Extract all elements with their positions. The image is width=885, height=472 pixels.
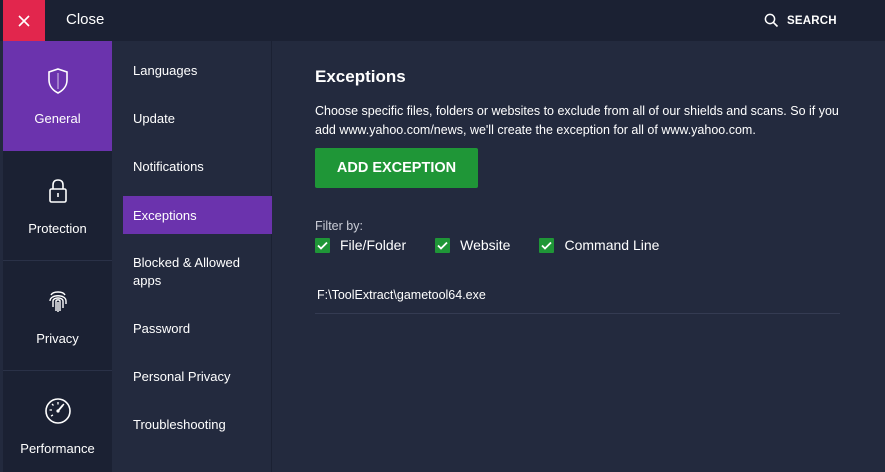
filter-label-text: Command Line xyxy=(564,237,660,253)
submenu-item-blocked-allowed-apps[interactable]: Blocked & Allowed apps xyxy=(123,251,263,293)
settings-submenu: Languages Update Notifications Exception… xyxy=(112,41,272,472)
submenu-item-update[interactable]: Update xyxy=(123,100,272,136)
category-protection[interactable]: Protection xyxy=(3,151,112,261)
category-rail: General Protection Privacy Performance xyxy=(3,41,112,472)
filter-file-folder[interactable]: File/Folder xyxy=(315,237,406,253)
speedometer-icon xyxy=(44,398,71,424)
category-label: Privacy xyxy=(36,331,79,346)
category-general[interactable]: General xyxy=(3,41,112,151)
checkbox[interactable] xyxy=(315,237,330,253)
page-description: Choose specific files, folders or websit… xyxy=(315,104,839,137)
shield-icon xyxy=(47,68,68,94)
top-bar: Close SEARCH xyxy=(0,0,885,41)
close-button[interactable] xyxy=(3,0,45,41)
filter-website[interactable]: Website xyxy=(435,237,510,253)
page-title: Exceptions xyxy=(315,67,406,86)
filter-label: Filter by: xyxy=(315,219,363,233)
category-label: General xyxy=(34,111,81,126)
lock-icon xyxy=(48,179,67,203)
filter-label-text: File/Folder xyxy=(340,237,407,253)
exception-row[interactable]: F:\ToolExtract\gametool64.exe xyxy=(315,277,840,314)
submenu-item-password[interactable]: Password xyxy=(123,310,272,346)
category-label: Protection xyxy=(28,221,87,236)
checkmark-icon xyxy=(437,241,448,250)
close-label[interactable]: Close xyxy=(66,11,104,28)
checkbox[interactable] xyxy=(539,237,555,253)
search-label: SEARCH xyxy=(787,14,837,27)
filter-command-line[interactable]: Command Line xyxy=(539,237,659,253)
checkmark-icon xyxy=(317,241,328,250)
filter-group: File/Folder Website Command Line xyxy=(315,237,659,253)
search-button[interactable]: SEARCH xyxy=(764,13,837,28)
category-label: Performance xyxy=(20,441,95,456)
close-icon xyxy=(18,14,30,27)
category-performance[interactable]: Performance xyxy=(3,371,112,472)
checkbox[interactable] xyxy=(435,237,451,253)
filter-label-text: Website xyxy=(460,237,511,253)
category-privacy[interactable]: Privacy xyxy=(3,261,112,371)
exception-path: F:\ToolExtract\gametool64.exe xyxy=(317,288,486,302)
fingerprint-icon xyxy=(48,291,67,312)
checkmark-icon xyxy=(541,241,553,250)
submenu-item-languages[interactable]: Languages xyxy=(123,52,272,88)
search-icon xyxy=(764,13,779,28)
add-exception-button[interactable]: ADD EXCEPTION xyxy=(315,148,478,188)
exceptions-panel: Exceptions Choose specific files, folder… xyxy=(273,41,885,472)
submenu-item-troubleshooting[interactable]: Troubleshooting xyxy=(123,406,272,442)
submenu-item-notifications[interactable]: Notifications xyxy=(123,148,272,184)
submenu-item-personal-privacy[interactable]: Personal Privacy xyxy=(123,358,272,394)
submenu-item-exceptions[interactable]: Exceptions xyxy=(123,196,272,234)
